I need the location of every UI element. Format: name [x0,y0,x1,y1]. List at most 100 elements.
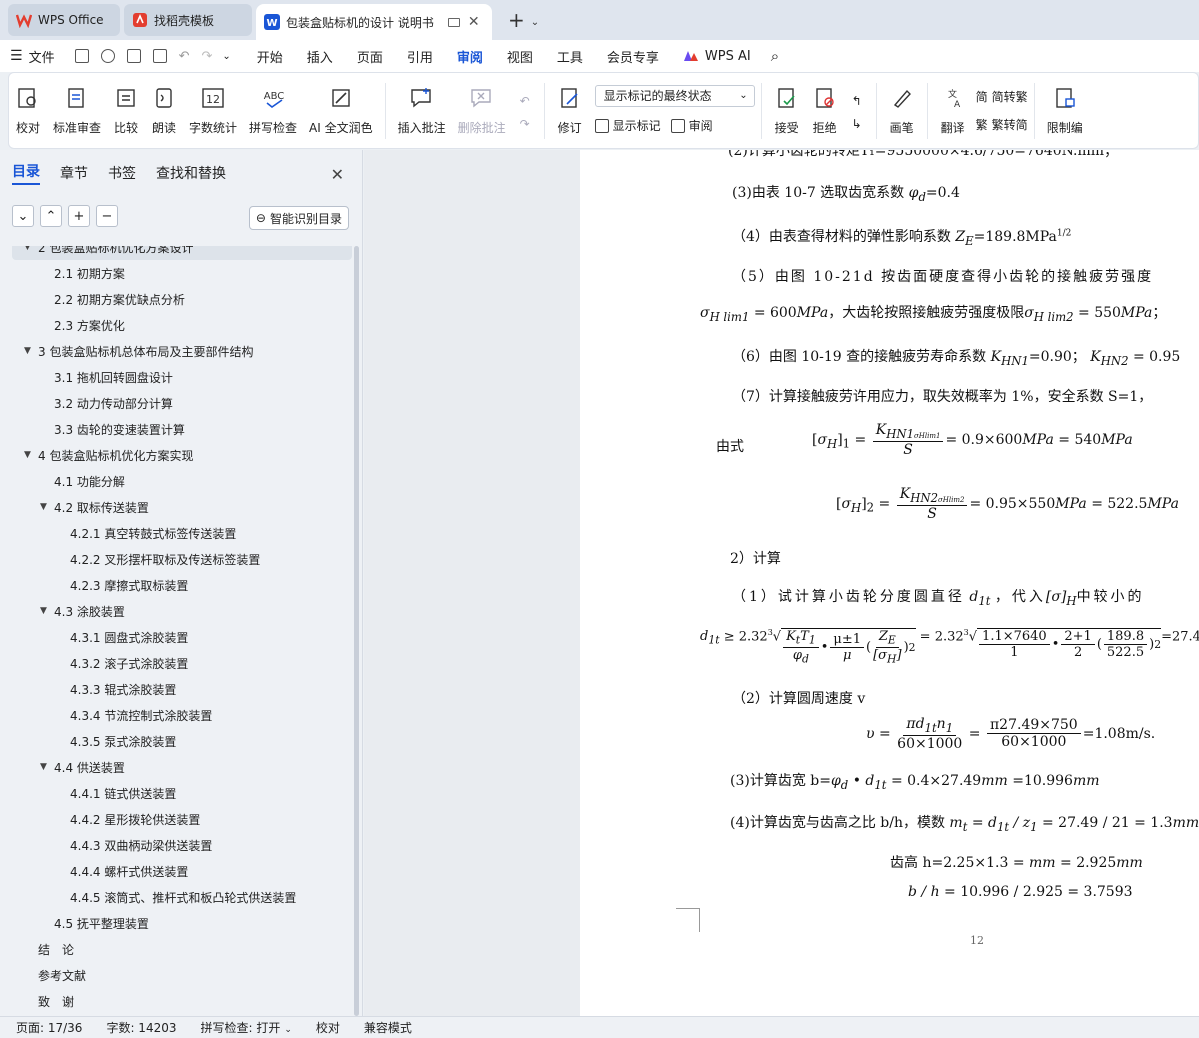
toc-item[interactable]: 4.4.4 螺杆式供送装置 [12,858,352,884]
screen-icon[interactable] [447,17,460,27]
toc-item[interactable]: 4.3.5 泵式涂胶装置 [12,728,352,754]
nav-scrollbar[interactable] [354,246,359,1016]
redo-icon[interactable]: ↷ [201,49,212,64]
new-tab-icon[interactable]: + [508,10,525,30]
wps-ai-menu[interactable]: WPS AI [671,49,763,64]
comment-nav-icons[interactable]: ↶ ↷ [512,75,538,147]
menu-item-page[interactable]: 页面 [345,47,395,66]
insert-comment-button[interactable]: 插入批注 [392,75,452,147]
undo-icon[interactable]: ↶ [179,49,190,64]
collapse-icon[interactable]: ⌄ [12,205,34,227]
toc-item[interactable]: 3.3 齿轮的变速装置计算 [12,416,352,442]
toc-item[interactable]: 4.4.5 滚筒式、推杆式和板凸轮式供送装置 [12,884,352,910]
review-pane-button[interactable]: 审阅 [670,115,713,137]
simp-to-trad-button[interactable]: 简简转繁 [976,86,1028,108]
add-heading-icon[interactable]: + [68,205,90,227]
toc-item[interactable]: 3.2 动力传动部分计算 [12,390,352,416]
expand-caret-icon[interactable]: ▼ [40,762,54,772]
toc-item[interactable]: 2.3 方案优化 [12,312,352,338]
nav-tab-find-replace[interactable]: 查找和替换 [156,163,226,183]
proof-button[interactable]: 校对 [9,75,47,147]
tab-dropdown-icon[interactable]: ⌄ [531,17,539,28]
nav-tab-bookmarks[interactable]: 书签 [108,163,136,183]
std-review-button[interactable]: 标准审查 [47,75,107,147]
close-pane-icon[interactable]: ✕ [331,165,344,184]
tab-document[interactable]: W 包装盒贴标机的设计 说明书 ✕ [256,4,492,40]
toc-item[interactable]: ▼ 4.2 取标传送装置 [12,494,352,520]
toc-item[interactable]: 致 谢 [12,988,352,1014]
expand-caret-icon[interactable]: ▼ [24,450,38,460]
toc-item[interactable]: 结 论 [12,936,352,962]
expand-caret-icon[interactable]: ▼ [40,606,54,616]
expand-caret-icon[interactable]: ▼ [24,346,38,356]
toc-item[interactable]: 4.3.1 圆盘式涂胶装置 [12,624,352,650]
share-icon[interactable] [100,49,115,63]
toc-item[interactable]: ▼ 4 包装盒贴标机优化方案实现 [12,442,352,468]
word-count-button[interactable]: 12 字数统计 [183,75,243,147]
toc-item[interactable]: 2.2 初期方案优缺点分析 [12,286,352,312]
menu-item-view[interactable]: 视图 [495,47,545,66]
toc-item[interactable]: 4.2.1 真空转鼓式标签传送装置 [12,520,352,546]
print-icon[interactable] [126,49,141,63]
delete-comment-button[interactable]: 删除批注 [452,75,512,147]
toc-item[interactable]: 3.1 拖机回转圆盘设计 [12,364,352,390]
menu-item-insert[interactable]: 插入 [295,47,345,66]
tab-template[interactable]: 找稻壳模板 [124,4,252,36]
change-nav-icons[interactable]: ↰ ↳ [844,75,870,147]
ai-polish-button[interactable]: AI 全文润色 [303,75,379,147]
toc-item[interactable]: 4.4.2 星形拨轮供送装置 [12,806,352,832]
toc-item[interactable]: 4.3.3 辊式涂胶装置 [12,676,352,702]
close-tab-icon[interactable]: ✕ [468,14,480,30]
toc-item[interactable]: 4.2.3 摩擦式取标装置 [12,572,352,598]
expand-caret-icon[interactable]: ▼ [40,502,54,512]
menu-item-review[interactable]: 审阅 [445,47,495,75]
toc-item[interactable]: 4.5 抚平整理装置 [12,910,352,936]
menu-item-reference[interactable]: 引用 [395,47,445,66]
toc-item[interactable]: ▼ 2 包装盒贴标机优化方案设计 [12,246,352,260]
toc-item[interactable]: 2.1 初期方案 [12,260,352,286]
nav-tab-chapters[interactable]: 章节 [60,163,88,183]
spell-check-button[interactable]: ABC 拼写检查 [243,75,303,147]
toc-item[interactable]: ▼ 4.4 供送装置 [12,754,352,780]
markup-mode-select[interactable]: 显示标记的最终状态 ⌄ [594,84,755,107]
doc-line-diameter: （1）试计算小齿轮分度圆直径 d1t ，代入[σ]H中较小的 [732,586,1145,608]
toc-item[interactable]: 4.1 功能分解 [12,468,352,494]
toc-item[interactable]: 4.3.2 滚子式涂胶装置 [12,650,352,676]
word-count-status[interactable]: 字数: 14203 [106,1019,176,1036]
expand-icon[interactable]: ⌃ [40,205,62,227]
show-marks-button[interactable]: 显示标记 [594,115,661,137]
toc-item[interactable]: 4.3.4 节流控制式涂胶装置 [12,702,352,728]
restrict-edit-button[interactable]: 限制编 [1041,75,1089,147]
smart-toc-button[interactable]: ⊖ 智能识别目录 [248,206,349,230]
hamburger-icon[interactable]: ☰ [10,48,23,64]
compare-button[interactable]: 比较 [107,75,145,147]
toc-item[interactable]: 参考文献 [12,962,352,988]
remove-heading-icon[interactable]: − [96,205,118,227]
pen-button[interactable]: 画笔 [883,75,921,147]
search-icon[interactable]: ⌕ [771,47,779,65]
toc-item[interactable]: ▼ 4.3 涂胶装置 [12,598,352,624]
save-icon[interactable] [74,49,89,63]
more-quick-icon[interactable]: ⌄ [222,51,230,62]
reject-button[interactable]: 拒绝 [806,75,844,147]
trad-to-simp-button[interactable]: 繁繁转简 [976,114,1028,136]
menu-item-tools[interactable]: 工具 [545,47,595,66]
menu-item-member[interactable]: 会员专享 [595,47,671,66]
read-aloud-button[interactable]: 朗读 [145,75,183,147]
revise-button[interactable]: 修订 [551,75,589,147]
toc-item[interactable]: 4.2.2 叉形摆杆取标及传送标签装置 [12,546,352,572]
accept-button[interactable]: 接受 [768,75,806,147]
nav-tab-toc[interactable]: 目录 [12,161,40,185]
print-preview-icon[interactable] [152,49,167,63]
translate-button[interactable]: 文 A 翻译 [934,75,972,147]
file-menu[interactable]: 文件 [29,47,55,66]
tab-wps-office[interactable]: WPS Office [8,4,120,36]
toc-item[interactable]: ▼ 3 包装盒贴标机总体布局及主要部件结构 [12,338,352,364]
spell-status[interactable]: 拼写检查: 打开 ⌄ [201,1019,292,1036]
page-indicator[interactable]: 页面: 17/36 [16,1019,82,1036]
expand-caret-icon[interactable]: ▼ [24,246,38,252]
toc-item[interactable]: 4.4.1 链式供送装置 [12,780,352,806]
menu-item-start[interactable]: 开始 [245,47,295,66]
toc-item[interactable]: 4.4.3 双曲柄动梁供送装置 [12,832,352,858]
proof-status[interactable]: 校对 [316,1019,340,1036]
